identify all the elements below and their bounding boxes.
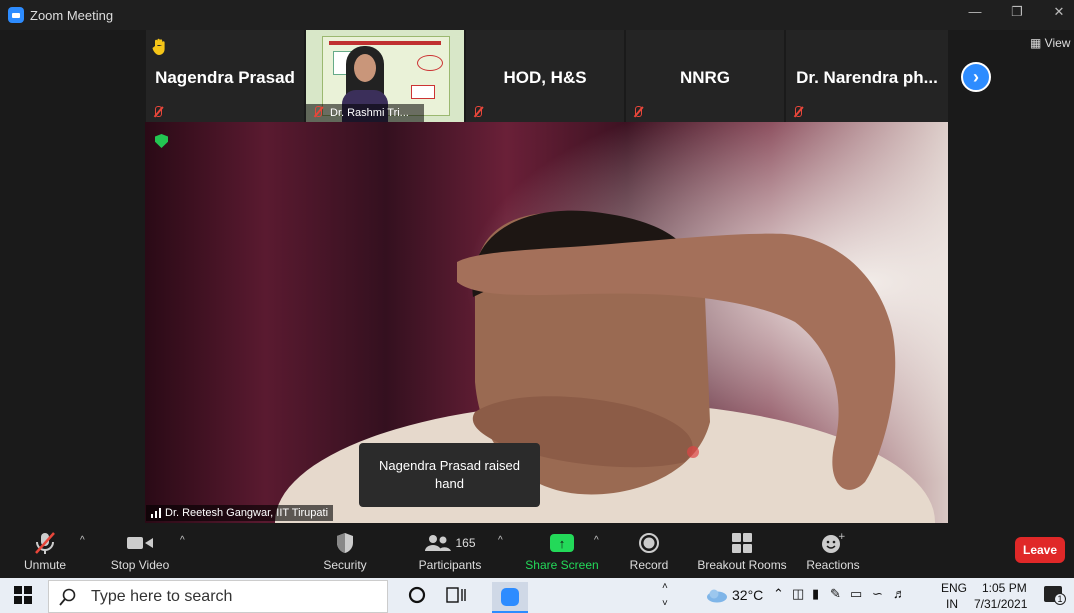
search-placeholder: Type here to search [91,587,233,605]
participants-label: Participants [418,558,482,572]
view-button[interactable]: ▦ View [1030,36,1070,50]
chevron-up-icon[interactable]: ^ [80,535,85,546]
restore-icon[interactable]: ❐ [1004,4,1030,20]
participant-tile[interactable]: Dr. Narendra ph... [786,30,948,122]
participant-tile[interactable]: HOD, H&S [466,30,624,122]
chevron-up-icon[interactable]: ˄ [662,581,668,592]
breakout-rooms-icon [732,533,752,553]
meet-now-icon[interactable]: ◫ [792,586,804,602]
unmute-label: Unmute [23,558,67,572]
clock-time[interactable]: 1:05 PM [982,581,1027,595]
breakout-rooms-button[interactable]: Breakout Rooms [697,530,787,572]
smiley-icon: + [822,532,845,553]
muted-mic-icon [152,106,164,118]
notification-badge: 1 [1054,593,1066,605]
clock-date[interactable]: 7/31/2021 [974,597,1027,611]
weather-cloud-icon[interactable] [706,587,728,603]
notification-center-icon[interactable]: 1 [1044,586,1066,605]
task-view-icon[interactable] [446,586,466,604]
security-button[interactable]: Security [300,530,390,572]
chevron-down-icon[interactable]: ˅ [662,598,668,609]
record-icon [639,533,659,553]
cortana-icon[interactable] [408,586,426,604]
region-label[interactable]: IN [946,597,958,611]
unmute-button[interactable]: Unmute [0,530,90,572]
chevron-up-icon[interactable]: ⌃ [773,586,784,602]
microphone-icon[interactable]: ▮ [812,586,819,602]
language-label[interactable]: ENG [941,581,967,595]
view-label: View [1044,36,1071,50]
next-page-button[interactable]: › [961,62,991,92]
reactions-label: Reactions [806,558,860,572]
temperature-label[interactable]: 32°C [732,587,763,603]
volume-icon[interactable]: ♬ [893,586,906,601]
stop-video-label: Stop Video [110,558,170,572]
muted-mic-icon [35,532,55,554]
breakout-rooms-label: Breakout Rooms [697,558,787,572]
participant-name: Dr. Narendra ph... [796,68,938,87]
participants-button[interactable]: 165 Participants [405,530,495,572]
raised-hand-notification: Nagendra Prasad raised hand [359,443,540,507]
participants-count: 165 [455,536,476,550]
video-frame [145,122,948,523]
shield-icon [337,533,353,553]
participant-name: HOD, H&S [503,68,587,87]
share-arrow-icon: ↑ [550,534,574,552]
video-camera-icon [127,537,153,549]
record-button[interactable]: Record [604,530,694,572]
chevron-up-icon[interactable]: ^ [180,535,185,546]
speaker-name: Dr. Reetesh Gangwar, IIT Tirupati [165,507,329,519]
presenter-face [354,54,376,82]
svg-text:+: + [838,532,845,542]
wifi-icon[interactable]: ∽ [872,586,883,602]
chevron-up-icon[interactable]: ^ [594,535,599,546]
participant-name: NNRG [679,68,731,87]
minimize-icon[interactable]: — [962,4,988,19]
active-speaker-video [145,122,948,523]
share-screen-label: Share Screen [525,558,599,572]
zoom-app-icon [501,588,519,606]
battery-icon[interactable]: ▭ [850,586,862,602]
participant-name: Nagendra Prasad [155,68,295,87]
close-icon[interactable]: ✕ [1046,4,1072,20]
record-label: Record [629,558,669,572]
reactions-button[interactable]: + Reactions [788,530,878,572]
muted-mic-icon [312,106,324,118]
pen-icon[interactable]: ✎ [830,586,841,602]
security-label: Security [323,558,367,572]
participant-name: Dr. Rashmi Tri... [330,107,409,119]
participants-icon [425,535,452,551]
participant-tile[interactable]: NNRG [626,30,784,122]
zoom-app-icon [8,7,24,23]
signal-strength-icon [151,508,161,518]
window-title: Zoom Meeting [30,7,114,23]
windows-start-button[interactable] [14,586,32,604]
speaker-name-label: Dr. Reetesh Gangwar, IIT Tirupati [146,505,334,521]
taskbar-search-box[interactable]: Type here to search [48,580,388,613]
muted-mic-icon [792,106,804,118]
participant-tile[interactable]: Nagendra Prasad [146,30,304,122]
muted-mic-icon [632,106,644,118]
participant-tile-video[interactable]: Dr. Rashmi Tri... [306,30,464,122]
title-bar: Zoom Meeting [0,0,1074,30]
chevron-right-icon: › [973,66,979,87]
muted-mic-icon [472,106,484,118]
zoom-taskbar-button[interactable] [492,582,528,613]
chevron-up-icon[interactable]: ^ [498,535,503,546]
stop-video-button[interactable]: Stop Video [95,530,185,572]
search-icon [59,588,76,606]
raised-hand-icon [152,38,165,55]
leave-button[interactable]: Leave [1015,537,1065,563]
grid-view-icon: ▦ [1030,36,1045,50]
